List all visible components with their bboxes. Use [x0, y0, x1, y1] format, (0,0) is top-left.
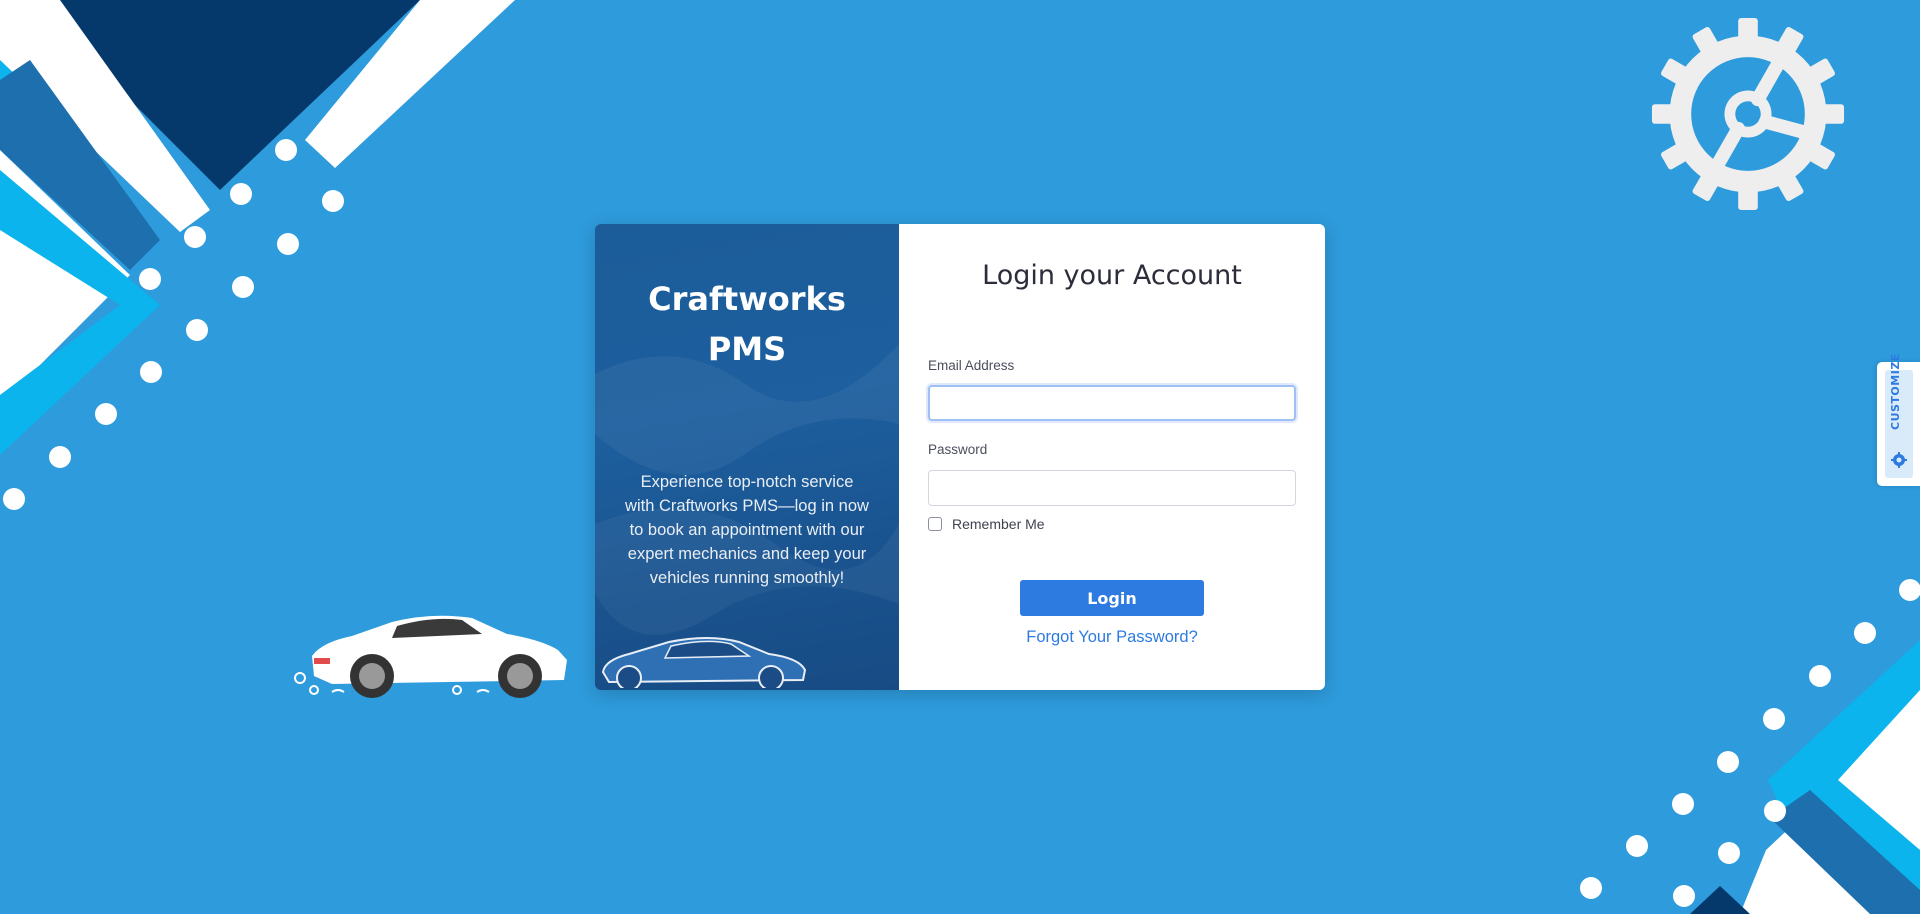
customize-label: CUSTOMIZE [1889, 353, 1902, 430]
remember-me-row[interactable]: Remember Me [928, 516, 1045, 532]
brand-panel: Craftworks PMS Experience top-notch serv… [595, 224, 899, 690]
login-form-panel: Login your Account Email Address Passwor… [899, 224, 1325, 690]
remember-me-checkbox[interactable] [928, 517, 942, 531]
gear-icon [1891, 452, 1907, 468]
forgot-password-link[interactable]: Forgot Your Password? [899, 628, 1325, 647]
brand-title-line2: PMS [707, 330, 787, 368]
remember-me-label: Remember Me [952, 516, 1045, 532]
sports-car-illustration [294, 615, 567, 698]
gear-decoration-icon [1651, 17, 1845, 211]
brand-title-line1: Craftworks [648, 280, 846, 318]
brand-description: Experience top-notch service with Craftw… [625, 473, 869, 587]
password-label: Password [928, 442, 988, 457]
email-field[interactable] [928, 385, 1296, 421]
customize-tab-inner: CUSTOMIZE [1885, 353, 1913, 478]
email-label: Email Address [928, 358, 1015, 373]
login-button[interactable]: Login [1020, 580, 1204, 616]
brand-title: Craftworks PMS [615, 274, 879, 374]
form-title: Login your Account [982, 260, 1242, 291]
login-card: Craftworks PMS Experience top-notch serv… [595, 224, 1325, 690]
password-field[interactable] [928, 470, 1296, 506]
car-outline-illustration [601, 637, 807, 688]
customize-tab[interactable]: CUSTOMIZE [1877, 353, 1920, 486]
